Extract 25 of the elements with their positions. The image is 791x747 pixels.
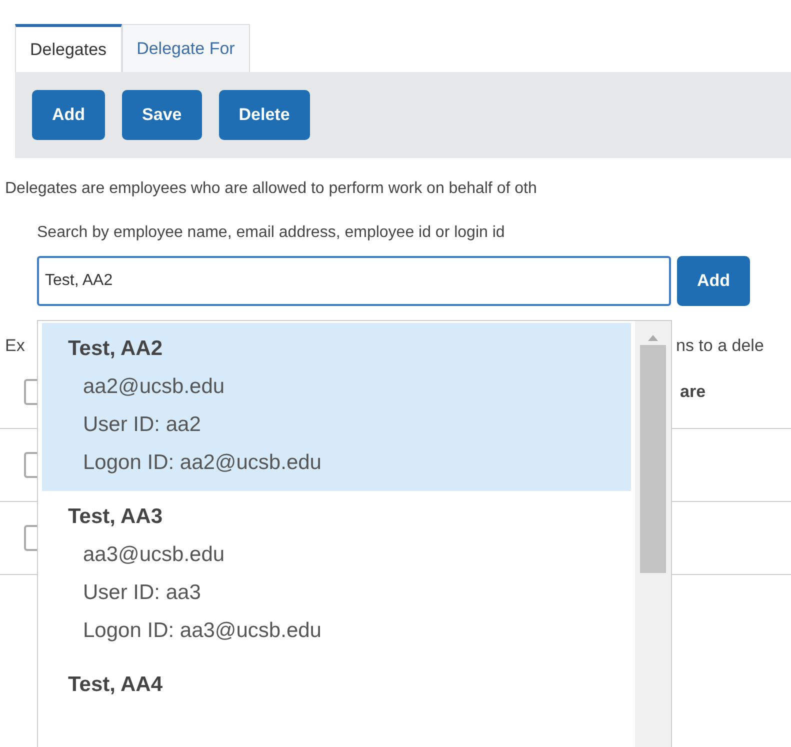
tab[interactable]: Delegate For — [122, 24, 250, 72]
note-text: Ex — [4, 336, 26, 356]
suggestion-email: aa2@ucsb.edu — [82, 375, 226, 399]
suggestion-email: aa3@ucsb.edu — [82, 543, 226, 567]
column-header: are — [679, 382, 707, 402]
tab[interactable]: Delegates — [15, 24, 122, 72]
add-button[interactable]: Add — [677, 256, 750, 306]
suggestion-user-id: User ID: aa2 — [82, 413, 202, 437]
suggestion-logon-id: Logon ID: aa2@ucsb.edu — [82, 451, 322, 475]
suggestion-item[interactable]: Test, AA2 aa2@ucsb.edu User ID: aa2 Logon ID: aa2@ucsb.edu — [42, 323, 631, 491]
scroll-up-icon[interactable] — [648, 335, 658, 341]
description-text: Delegates are employees who are allowed to perform work on behalf of oth — [5, 180, 538, 198]
search-label: Search by employee name, email address, employee id or login id — [37, 224, 506, 242]
toolbar-button[interactable]: Delete — [218, 90, 310, 140]
scrollbar[interactable] — [635, 321, 671, 747]
search-field[interactable]: Test, AA2 — [37, 256, 671, 306]
toolbar-button[interactable]: Add — [32, 90, 106, 140]
suggestion-name: Test, AA2 — [68, 337, 164, 361]
toolbar-button[interactable]: Save — [122, 90, 202, 140]
note-text: ns to a dele — [675, 336, 765, 356]
suggestion-name: Test, AA3 — [68, 505, 164, 529]
suggestion-logon-id: Logon ID: aa3@ucsb.edu — [82, 619, 322, 643]
scrollbar-thumb[interactable] — [640, 345, 666, 573]
suggestion-user-id: User ID: aa3 — [82, 581, 202, 605]
suggestion-name: Test, AA4 — [68, 673, 164, 697]
